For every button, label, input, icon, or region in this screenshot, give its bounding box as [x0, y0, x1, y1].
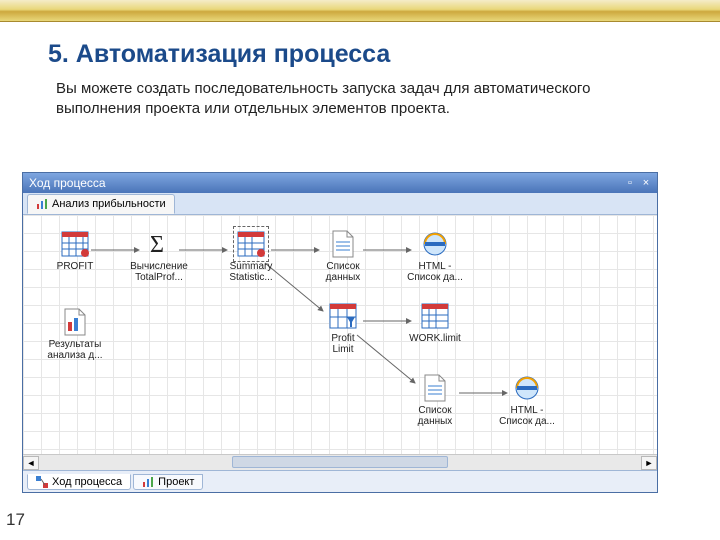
node-html1-label: HTML -Список да... — [399, 261, 471, 283]
tab-analysis[interactable]: Анализ прибыльности — [27, 194, 175, 214]
table-icon — [60, 229, 90, 259]
node-summary-label: SummaryStatistic... — [215, 261, 287, 283]
table-filter-icon — [328, 301, 358, 331]
flow-icon — [36, 476, 48, 488]
ie-icon — [420, 229, 450, 259]
node-summary[interactable]: SummaryStatistic... — [215, 229, 287, 283]
document-icon — [60, 307, 90, 337]
scroll-right-arrow-icon[interactable]: ► — [641, 456, 657, 470]
slide-heading: 5. Автоматизация процесса — [48, 40, 720, 69]
document-icon — [328, 229, 358, 259]
node-datalist1[interactable]: Списокданных — [307, 229, 379, 283]
bar-chart-icon — [36, 198, 48, 210]
node-worklimit[interactable]: WORK.limit — [399, 301, 471, 344]
scroll-left-arrow-icon[interactable]: ◄ — [23, 456, 39, 470]
flow-canvas[interactable]: PROFIT Σ ВычислениеTotalProf... SummaryS… — [23, 215, 657, 454]
svg-text:Σ: Σ — [150, 232, 164, 257]
node-results[interactable]: Результатыанализа д... — [39, 307, 111, 361]
table-icon — [236, 229, 266, 259]
tab-process-flow-label: Ход процесса — [52, 476, 122, 488]
slide-decor-band — [0, 0, 720, 22]
slide-page-number: 17 — [6, 510, 25, 530]
node-worklimit-label: WORK.limit — [399, 333, 471, 344]
node-totalprof[interactable]: Σ ВычислениеTotalProf... — [123, 229, 195, 283]
horizontal-scrollbar[interactable]: ◄ ► — [23, 454, 657, 470]
node-results-label: Результатыанализа д... — [39, 339, 111, 361]
window-titlebar[interactable]: Ход процесса ▫ × — [23, 173, 657, 193]
sigma-icon: Σ — [144, 229, 174, 259]
node-html1[interactable]: HTML -Список да... — [399, 229, 471, 283]
scroll-thumb[interactable] — [232, 456, 449, 468]
node-html2-label: HTML -Список да... — [491, 405, 563, 427]
document-icon — [420, 373, 450, 403]
node-datalist1-label: Списокданных — [307, 261, 379, 283]
pin-icon[interactable]: ▫ — [623, 176, 637, 190]
close-icon[interactable]: × — [639, 176, 653, 190]
ie-icon — [512, 373, 542, 403]
bar-chart-icon — [142, 476, 154, 488]
process-flow-window: Ход процесса ▫ × Анализ прибыльности — [22, 172, 658, 493]
node-datalist2[interactable]: Списокданных — [399, 373, 471, 427]
scroll-track[interactable] — [39, 456, 641, 470]
tab-project[interactable]: Проект — [133, 474, 203, 490]
tab-process-flow[interactable]: Ход процесса — [27, 474, 131, 490]
bottom-tabstrip: Ход процесса Проект — [23, 470, 657, 492]
top-tabstrip: Анализ прибыльности — [23, 193, 657, 215]
tab-project-label: Проект — [158, 476, 194, 488]
node-profitlim-label: ProfitLimit — [307, 333, 379, 355]
node-totalprof-label: ВычислениеTotalProf... — [123, 261, 195, 283]
node-profit-label: PROFIT — [39, 261, 111, 272]
node-profitlim[interactable]: ProfitLimit — [307, 301, 379, 355]
node-html2[interactable]: HTML -Список да... — [491, 373, 563, 427]
node-profit[interactable]: PROFIT — [39, 229, 111, 272]
window-title: Ход процесса — [29, 176, 621, 190]
node-datalist2-label: Списокданных — [399, 405, 471, 427]
slide-description: Вы можете создать последовательность зап… — [56, 79, 660, 120]
table-icon — [420, 301, 450, 331]
tab-analysis-label: Анализ прибыльности — [52, 198, 166, 210]
